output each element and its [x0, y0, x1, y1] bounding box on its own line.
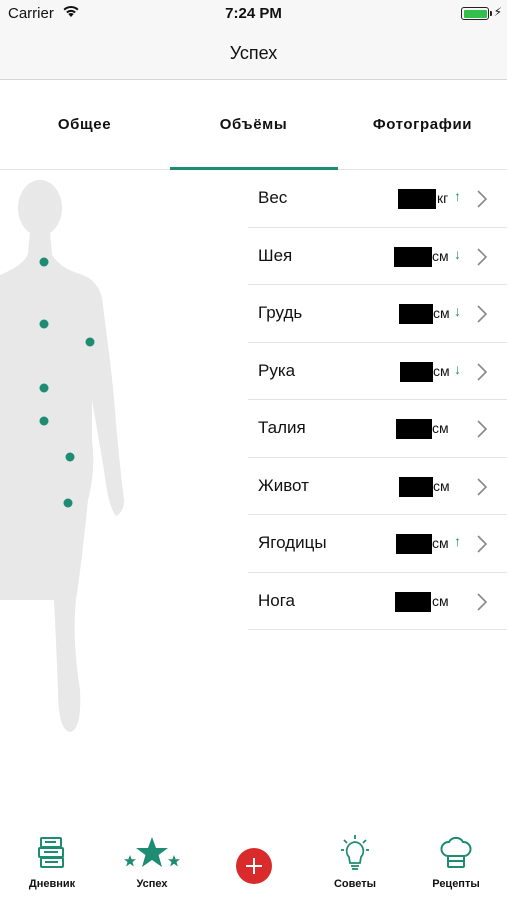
leg-point: [63, 498, 73, 508]
measurement-row-arm[interactable]: Рука см ↓: [248, 343, 507, 400]
tab-volumes[interactable]: Объёмы: [169, 80, 338, 170]
bottom-tab-bar: Дневник Успех Советы Рецепты: [0, 828, 507, 900]
measurement-value-redacted: [399, 476, 433, 497]
measurement-value-redacted: [399, 304, 433, 324]
tabbar-label: Советы: [333, 878, 377, 890]
neck-point: [39, 257, 49, 267]
lightbulb-icon: [341, 835, 369, 870]
measurement-value-redacted: [396, 534, 432, 554]
chevron-right-icon: [477, 305, 488, 323]
chevron-right-icon: [477, 362, 488, 381]
measurement-unit: кг: [437, 190, 449, 206]
measurement-label: Вес: [258, 188, 288, 207]
measurement-row-glutes[interactable]: Ягодицы см ↑: [248, 515, 507, 573]
chest-point: [39, 319, 49, 329]
trend-up-icon: ↑: [454, 188, 461, 204]
stars-icon: [124, 837, 180, 867]
chevron-right-icon: [477, 535, 488, 553]
chevron-right-icon: [477, 247, 488, 266]
measurement-label: Шея: [258, 245, 293, 265]
measurement-unit: см: [433, 477, 450, 494]
measurement-unit: см: [432, 535, 449, 551]
measurement-value-redacted: [396, 419, 432, 439]
trend-down-icon: ↓: [454, 245, 461, 262]
tabbar-item-success[interactable]: Успех: [112, 828, 192, 900]
measurement-label: Грудь: [258, 303, 303, 322]
measurement-row-leg[interactable]: Нога см: [248, 573, 507, 630]
measurement-unit: см: [432, 592, 449, 609]
measurement-value-redacted: [398, 189, 436, 209]
measurement-row-chest[interactable]: Грудь см ↓: [248, 285, 507, 343]
tabbar-label: Дневник: [28, 878, 76, 890]
chevron-right-icon: [477, 420, 488, 438]
measurement-row-belly[interactable]: Живот см: [248, 458, 507, 515]
chef-hat-icon: [440, 836, 472, 868]
tabbar-item-diary[interactable]: Дневник: [12, 828, 92, 900]
chevron-right-icon: [477, 190, 488, 208]
measurement-label: Живот: [258, 475, 309, 495]
hips-point: [65, 452, 75, 462]
measurement-row-waist[interactable]: Талия см: [248, 400, 507, 458]
books-icon: [38, 837, 64, 868]
measurement-unit: см: [432, 247, 449, 264]
measurement-unit: см: [433, 362, 450, 379]
measurement-label: Ягодицы: [258, 533, 327, 552]
trend-down-icon: ↓: [454, 303, 461, 319]
battery-icon: [461, 7, 492, 20]
trend-down-icon: ↓: [454, 360, 461, 377]
tab-photos[interactable]: Фотографии: [338, 80, 507, 170]
measurement-label: Нога: [258, 590, 296, 610]
segment-tabs: Общее Объёмы Фотографии: [0, 80, 507, 170]
belly-point: [39, 416, 49, 426]
chevron-right-icon: [477, 592, 488, 611]
tabbar-label: Успех: [136, 878, 168, 890]
add-entry-button[interactable]: [236, 848, 272, 884]
charging-icon: ⚡: [493, 5, 502, 19]
tabbar-label: Рецепты: [432, 878, 480, 890]
waist-point: [39, 383, 49, 393]
tabbar-item-recipes[interactable]: Рецепты: [416, 828, 496, 900]
measurement-unit: см: [432, 420, 449, 436]
tab-general[interactable]: Общее: [0, 80, 169, 170]
trend-up-icon: ↑: [454, 533, 461, 549]
status-bar: Carrier 7:24 PM ⚡: [0, 0, 507, 28]
measurement-value-redacted: [394, 246, 432, 267]
measurement-points: [39, 257, 95, 508]
chevron-right-icon: [477, 477, 488, 496]
navigation-bar: Успех: [0, 28, 507, 80]
arm-point: [85, 337, 95, 347]
app-screen: Carrier 7:24 PM ⚡ Успех Общее Объёмы Фот…: [0, 0, 507, 900]
measurement-list: Вес кг ↑ Шея см ↓ Грудь см ↓ Рука см ↓ Т…: [248, 170, 507, 630]
tabbar-item-tips[interactable]: Советы: [315, 828, 395, 900]
measurement-row-neck[interactable]: Шея см ↓: [248, 228, 507, 285]
measurement-label: Талия: [258, 418, 306, 437]
measurement-value-redacted: [395, 591, 431, 612]
measurement-row-weight[interactable]: Вес кг ↑: [248, 170, 507, 228]
measurement-value-redacted: [400, 361, 433, 382]
clock-time: 7:24 PM: [225, 5, 282, 22]
page-title: Успех: [229, 43, 278, 63]
measurement-label: Рука: [258, 360, 296, 380]
measurement-unit: см: [433, 305, 450, 321]
